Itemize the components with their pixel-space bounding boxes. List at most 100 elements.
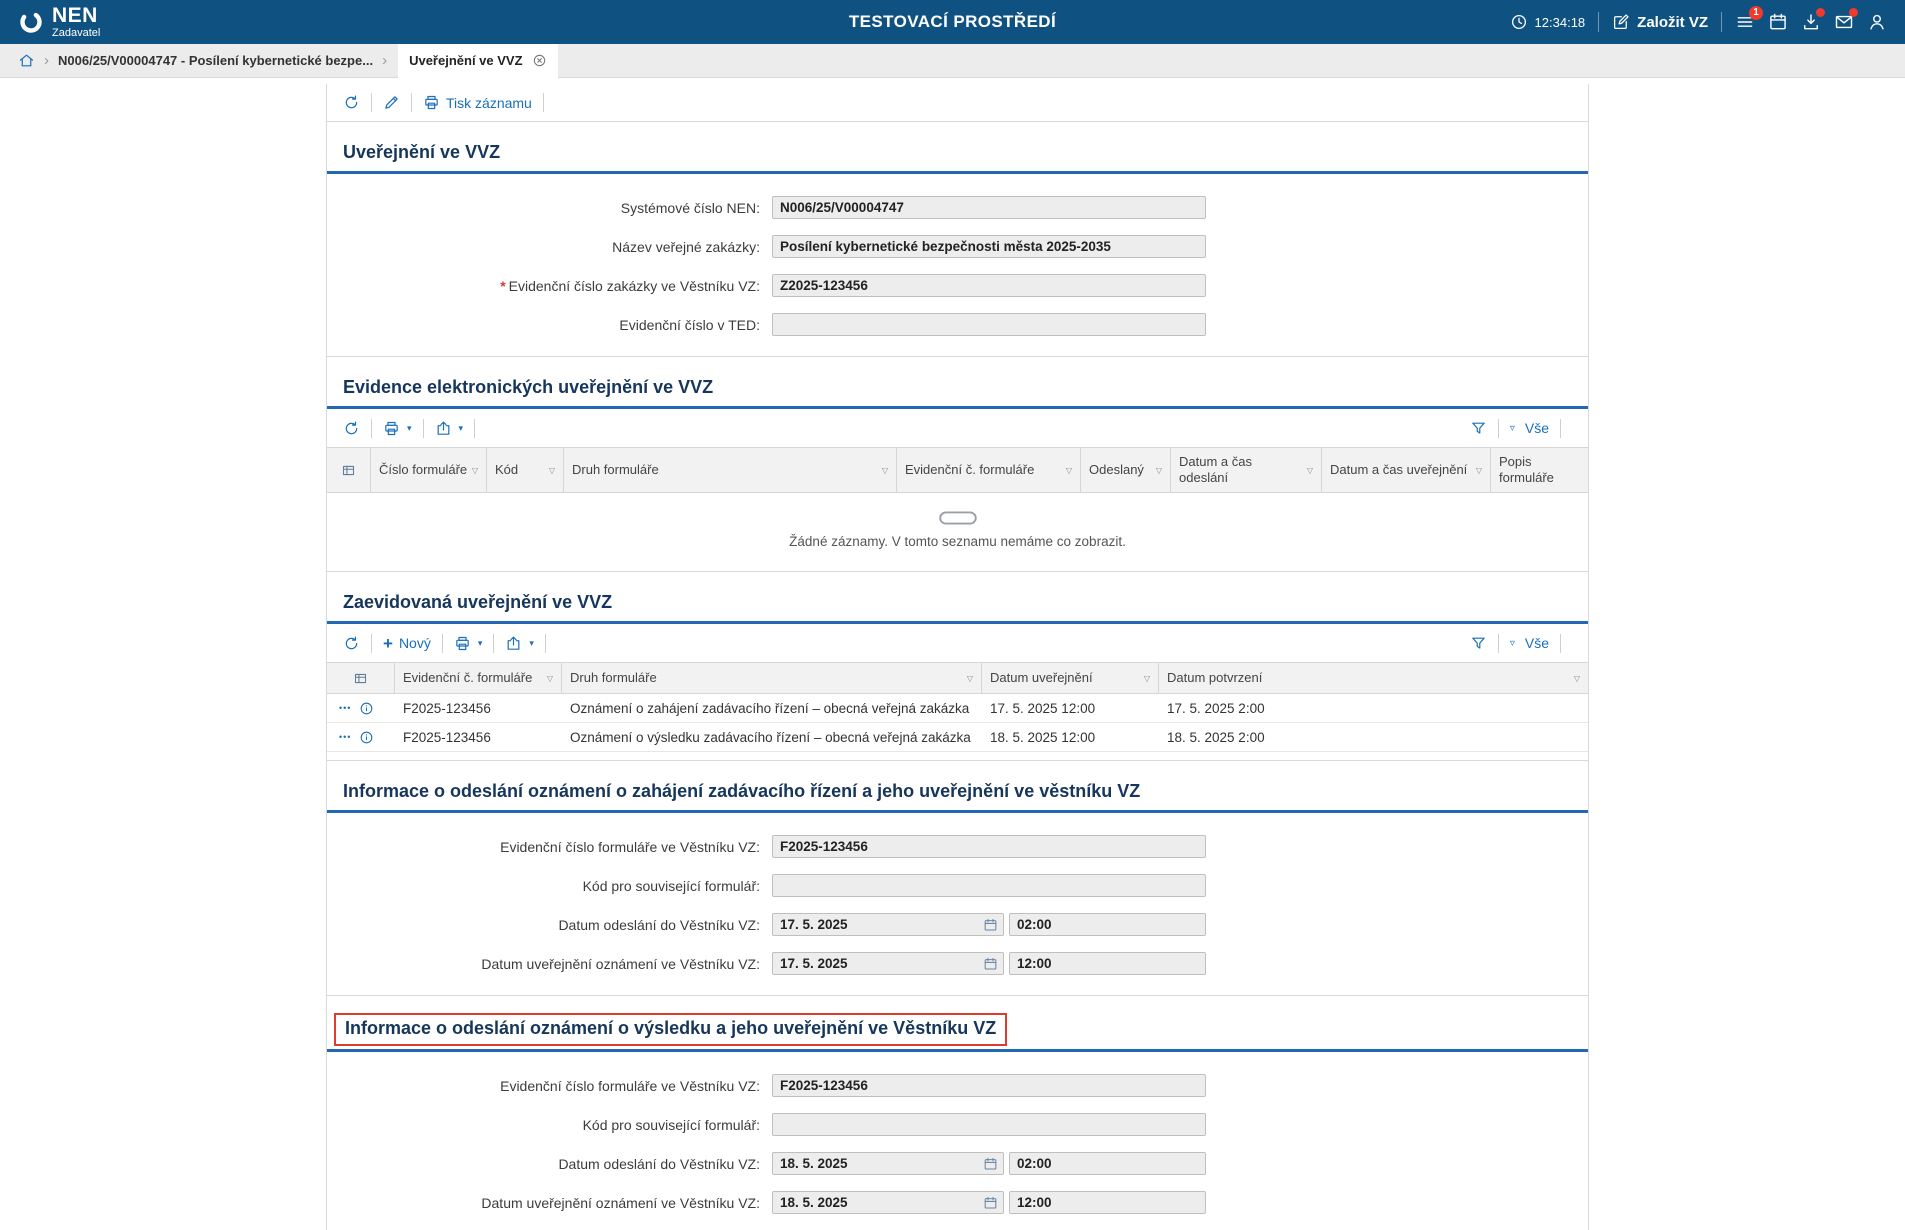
column-header[interactable]: Datum a čas uveřejnění▽ — [1322, 448, 1491, 492]
export-button[interactable]: ▾ — [435, 420, 464, 437]
menu-button[interactable]: 1 — [1735, 12, 1755, 32]
column-header[interactable]: Popis formuláře — [1491, 448, 1588, 492]
vvz-number-input[interactable] — [772, 274, 1206, 297]
calendar-picker-button[interactable] — [983, 956, 998, 971]
breadcrumb-current-label: Uveřejnění ve VVZ — [409, 53, 522, 68]
menu-badge: 1 — [1749, 6, 1763, 20]
column-header[interactable]: Datum potvrzení▽ — [1159, 663, 1588, 693]
calendar-picker-button[interactable] — [983, 917, 998, 932]
row-menu-icon[interactable]: ••• — [339, 704, 351, 713]
form-row: Evidenční číslo v TED: — [327, 313, 1588, 336]
toolbar-separator — [371, 634, 372, 653]
downloads-button[interactable] — [1801, 12, 1821, 32]
column-header[interactable]: Evidenční č. formuláře▽ — [897, 448, 1081, 492]
section-title-row: Informace o odeslání oznámení o zahájení… — [327, 761, 1588, 813]
result-sent-date-input[interactable] — [772, 1152, 1004, 1175]
print-record-button[interactable]: Tisk záznamu — [423, 94, 532, 111]
form-row: Datum uveřejnění oznámení ve Věstníku VZ… — [327, 1191, 1588, 1214]
section-registered: Zaevidovaná uveřejnění ve VVZ + Nový ▾ ▾ — [327, 572, 1588, 761]
printer-icon — [383, 420, 400, 437]
form-row: Kód pro související formulář: — [327, 1113, 1588, 1136]
filter-button[interactable] — [1470, 420, 1487, 437]
breadcrumb-parent[interactable]: N006/25/V00004747 - Posílení kybernetick… — [58, 53, 373, 68]
table-row[interactable]: ••• F2025-123456 Oznámení o zahájení zad… — [327, 694, 1588, 723]
calendar-picker-button[interactable] — [983, 1156, 998, 1171]
required-asterisk: * — [500, 278, 505, 294]
form-row: *Evidenční číslo zakázky ve Věstníku VZ: — [327, 274, 1588, 297]
opening-sent-date-input[interactable] — [772, 913, 1004, 936]
home-icon — [18, 52, 35, 69]
cell-form-number: F2025-123456 — [395, 701, 562, 716]
opening-info-title: Informace o odeslání oznámení o zahájení… — [343, 781, 1140, 801]
ted-number-input[interactable] — [772, 313, 1206, 336]
evidence-toolbar: ▾ ▾ ▿ Vše — [327, 409, 1588, 447]
column-settings-button[interactable] — [327, 663, 395, 693]
column-header[interactable]: Datum uveřejnění▽ — [982, 663, 1159, 693]
column-header[interactable]: Odeslaný▽ — [1081, 448, 1171, 492]
list-filter-area: ▿ Vše — [1470, 634, 1572, 653]
info-icon[interactable] — [359, 701, 374, 716]
print-list-button[interactable]: ▾ — [454, 635, 483, 652]
column-header[interactable]: Druh formuláře▽ — [564, 448, 897, 492]
edit-button[interactable] — [383, 94, 400, 111]
column-header[interactable]: Číslo formuláře▽ — [371, 448, 487, 492]
breadcrumb-current-tab[interactable]: Uveřejnění ve VVZ — [398, 44, 557, 78]
funnel-icon — [1470, 635, 1487, 652]
new-record-label: Nový — [399, 635, 431, 651]
cell-confirmed: 18. 5. 2025 2:00 — [1159, 730, 1588, 745]
column-header[interactable]: Kód▽ — [487, 448, 564, 492]
cell-confirmed: 17. 5. 2025 2:00 — [1159, 701, 1588, 716]
printer-icon — [423, 94, 440, 111]
column-header[interactable]: Datum a čas odeslání▽ — [1171, 448, 1322, 492]
create-vz-button[interactable]: Založit VZ — [1612, 13, 1708, 31]
table-row[interactable]: ••• F2025-123456 Oznámení o výsledku zad… — [327, 723, 1588, 752]
filter-button[interactable] — [1470, 635, 1487, 652]
column-header[interactable]: Evidenční č. formuláře▽ — [395, 663, 562, 693]
info-icon[interactable] — [359, 730, 374, 745]
profile-button[interactable] — [1867, 12, 1887, 32]
chevron-down-icon: ▾ — [459, 423, 464, 434]
result-sent-time-input[interactable] — [1009, 1152, 1206, 1175]
refresh-button[interactable] — [343, 420, 360, 437]
column-settings-button[interactable] — [327, 448, 371, 492]
show-all-button[interactable]: ▿ Vše — [1510, 420, 1549, 436]
evidence-section-title: Evidence elektronických uveřejnění ve VV… — [343, 377, 713, 397]
result-published-time-input[interactable] — [1009, 1191, 1206, 1214]
system-number-input[interactable] — [772, 196, 1206, 219]
opening-published-time-input[interactable] — [1009, 952, 1206, 975]
evidence-table-header: Číslo formuláře▽ Kód▽ Druh formuláře▽ Ev… — [327, 447, 1588, 493]
opening-published-date-input[interactable] — [772, 952, 1004, 975]
refresh-button[interactable] — [343, 94, 360, 111]
empty-state-icon — [938, 509, 978, 527]
nen-logo[interactable]: NEN Zadavatel — [18, 5, 100, 39]
result-related-code-input[interactable] — [772, 1113, 1206, 1136]
calendar-picker-button[interactable] — [983, 1195, 998, 1210]
form-row: Kód pro související formulář: — [327, 874, 1588, 897]
opening-sent-time-input[interactable] — [1009, 913, 1206, 936]
column-header[interactable]: Druh formuláře▽ — [562, 663, 982, 693]
toolbar-separator — [545, 634, 546, 653]
field-label: Kód pro související formulář: — [327, 878, 772, 894]
print-list-button[interactable]: ▾ — [383, 420, 412, 437]
calendar-button[interactable] — [1768, 12, 1788, 32]
section-result-info: Informace o odeslání oznámení o výsledku… — [327, 996, 1588, 1230]
filter-triangle-icon: ▽ — [1574, 674, 1580, 683]
new-record-button[interactable]: + Nový — [383, 635, 431, 652]
refresh-button[interactable] — [343, 635, 360, 652]
opening-related-code-input[interactable] — [772, 874, 1206, 897]
result-form-number-input[interactable] — [772, 1074, 1206, 1097]
home-button[interactable] — [18, 52, 35, 69]
row-menu-icon[interactable]: ••• — [339, 733, 351, 742]
filter-triangle-icon: ▽ — [882, 466, 888, 475]
refresh-icon — [343, 635, 360, 652]
show-all-button[interactable]: ▿ Vše — [1510, 635, 1549, 651]
close-tab-button[interactable] — [532, 53, 547, 68]
contract-name-input[interactable] — [772, 235, 1206, 258]
messages-button[interactable] — [1834, 12, 1854, 32]
chevron-down-icon: ▿ — [1510, 638, 1515, 649]
field-label: Datum uveřejnění oznámení ve Věstníku VZ… — [327, 956, 772, 972]
export-button[interactable]: ▾ — [505, 635, 534, 652]
opening-form-number-input[interactable] — [772, 835, 1206, 858]
calendar-icon — [1768, 12, 1788, 32]
result-published-date-input[interactable] — [772, 1191, 1004, 1214]
